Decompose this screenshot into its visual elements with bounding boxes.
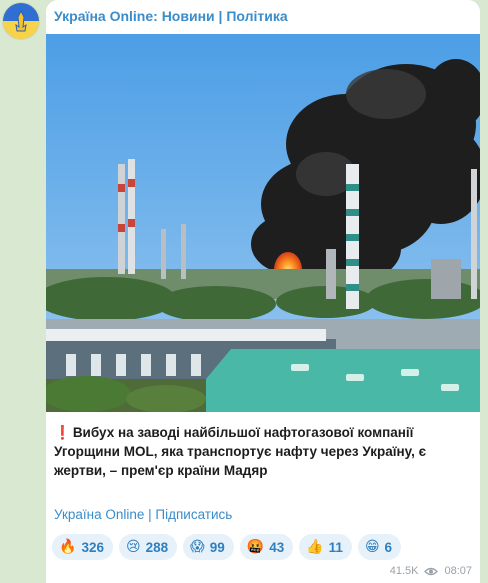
exclamation-mark-icon: ❗	[54, 425, 71, 440]
reaction-crying[interactable]: 😢 288	[118, 534, 178, 560]
reaction-count: 326	[81, 539, 104, 555]
reaction-count: 99	[209, 539, 225, 555]
angry-face-icon: 🤬	[246, 539, 265, 555]
green-roof	[206, 349, 480, 412]
message-meta: 41.5K 08:07	[390, 565, 472, 577]
reaction-count: 43	[269, 539, 285, 555]
channel-avatar[interactable]	[2, 2, 40, 40]
subscribe-link[interactable]: Україна Online | Підписатись	[54, 507, 232, 522]
eye-icon	[424, 567, 439, 575]
view-count: 41.5K	[389, 565, 419, 577]
reaction-count: 11	[328, 539, 343, 555]
reaction-angry[interactable]: 🤬 43	[239, 534, 294, 560]
reaction-fire[interactable]: 🔥 326	[52, 534, 113, 560]
grinning-face-icon: 😁	[364, 539, 380, 555]
post-photo[interactable]	[46, 34, 480, 412]
reaction-screaming[interactable]: 😱 99	[183, 534, 234, 560]
reaction-count: 6	[384, 539, 393, 555]
reactions-bar: 🔥 326 😢 288 😱 99 🤬 43 👍 11 😁 6	[52, 534, 402, 560]
ukraine-flag-avatar-icon	[3, 3, 39, 39]
crying-face-icon: 😢	[125, 539, 141, 555]
post-text: ❗ Вибух на заводі найбільшої нафтогазової…	[54, 423, 470, 480]
screaming-face-icon: 😱	[190, 539, 205, 555]
channel-title[interactable]: Україна Online: Новини | Політика	[54, 8, 288, 24]
reaction-thumbs-up[interactable]: 👍 11	[299, 534, 352, 560]
message-bubble: Україна Online: Новини | Політика ❗ Вибу…	[46, 0, 480, 583]
reaction-count: 288	[145, 539, 169, 555]
thumbs-up-icon: 👍	[306, 539, 324, 555]
message-time: 08:07	[444, 565, 472, 577]
fire-icon: 🔥	[59, 539, 77, 555]
reaction-grinning[interactable]: 😁 6	[357, 534, 402, 560]
post-body: Вибух на заводі найбільшої нафтогазової …	[54, 425, 427, 478]
